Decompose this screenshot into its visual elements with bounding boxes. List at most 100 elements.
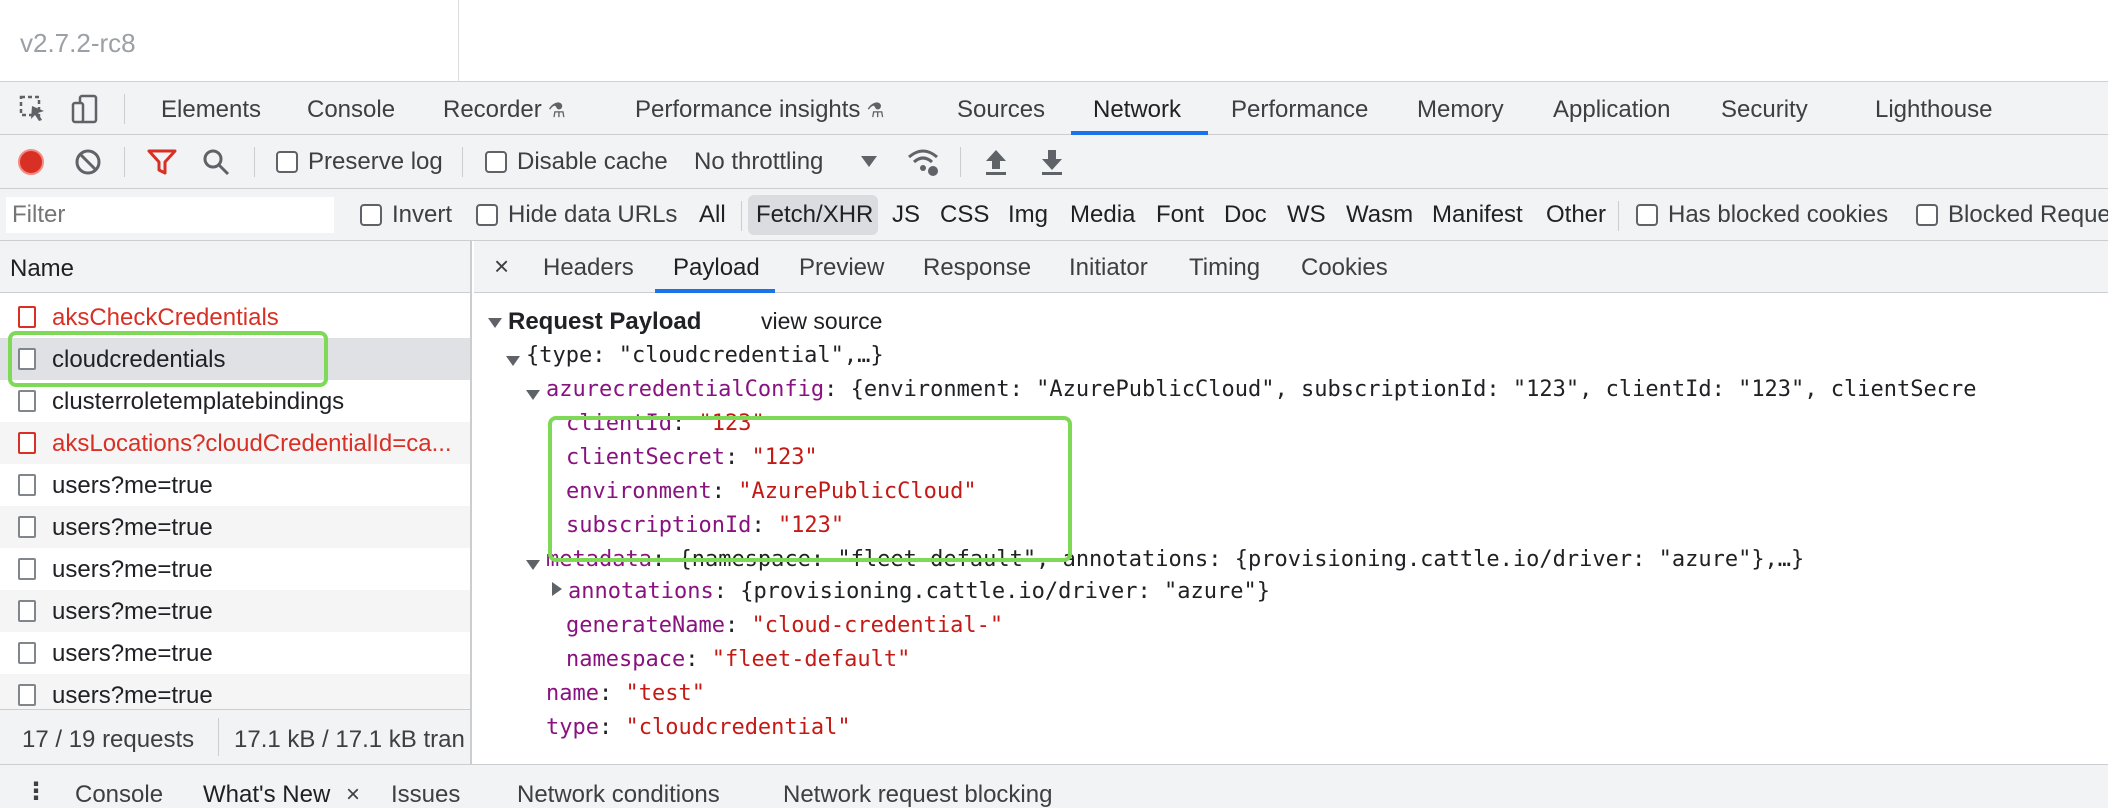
drawer-tab-network-conditions[interactable]: Network conditions [517,781,720,808]
filter-type-media[interactable]: Media [1070,201,1135,229]
transfer-size: 17.1 kB / 17.1 kB tran [234,726,465,753]
filter-type-img[interactable]: Img [1008,201,1048,229]
inspect-element-icon[interactable] [18,94,48,124]
tab-lighthouse[interactable]: Lighthouse [1875,96,1992,124]
tab-performance-insights[interactable]: Performance insights ⚗ [635,96,884,124]
request-row[interactable]: users?me=true [0,632,470,674]
invert-checkbox[interactable]: Invert [360,201,452,229]
bottom-drawer-tabbar: ⋮ Console What's New × Issues Network co… [0,764,2108,808]
json-key: namespace [566,647,686,672]
filter-type-ws[interactable]: WS [1287,201,1326,229]
request-name: aksCheckCredentials [52,304,279,331]
tab-security[interactable]: Security [1721,96,1808,124]
import-har-icon[interactable] [982,147,1010,177]
blocked-requests-label: Blocked Reque [1948,201,2108,228]
payload-section-title[interactable]: Request Payload [508,308,701,336]
json-key: type [546,715,599,740]
filter-type-all[interactable]: All [699,201,726,229]
tab-application[interactable]: Application [1553,96,1670,124]
filter-type-font[interactable]: Font [1156,201,1204,229]
filter-icon[interactable] [146,148,178,176]
highlight-box [8,331,328,387]
throttling-select[interactable]: No throttling [694,148,823,176]
request-row[interactable]: users?me=true [0,464,470,506]
request-type-icon [18,474,36,496]
drawer-tab-issues[interactable]: Issues [391,781,460,808]
export-har-icon[interactable] [1038,147,1066,177]
search-icon[interactable] [202,148,230,176]
device-toolbar-icon[interactable] [70,94,100,124]
network-status-bar: 17 / 19 requests 17.1 kB / 17.1 kB tran [0,709,470,764]
drawer-tab-console[interactable]: Console [75,781,163,808]
collapse-triangle-icon[interactable] [506,356,520,366]
checkbox[interactable] [360,204,382,226]
close-icon[interactable]: × [494,251,509,282]
request-list: Name aksCheckCredentials cloudcredential… [0,241,472,764]
clear-icon[interactable] [74,148,102,176]
json-key: annotations [568,579,714,604]
name-column-header[interactable]: Name [0,241,470,293]
tab-payload[interactable]: Payload [673,254,760,282]
request-row[interactable]: users?me=true [0,506,470,548]
preserve-log-label: Preserve log [308,148,443,175]
expand-triangle-icon[interactable] [552,582,562,596]
network-toolbar: Preserve log Disable cache No throttling [0,135,2108,189]
request-name: clusterroletemplatebindings [52,388,345,415]
request-type-icon [18,432,36,454]
filter-type-wasm[interactable]: Wasm [1346,201,1413,229]
invert-label: Invert [392,201,453,228]
name-column-label: Name [10,255,75,282]
request-type-icon [18,516,36,538]
collapse-triangle-icon[interactable] [526,390,540,400]
filter-type-manifest[interactable]: Manifest [1432,201,1523,229]
close-icon[interactable]: × [346,781,360,808]
tab-network[interactable]: Network [1093,96,1181,124]
filter-type-fetch-xhr[interactable]: Fetch/XHR [756,201,873,229]
record-icon[interactable] [16,147,46,177]
blocked-requests-checkbox[interactable]: Blocked Reque [1916,201,2108,229]
drawer-tab-whats-new[interactable]: What's New [203,781,330,808]
filter-type-js[interactable]: JS [892,201,920,229]
tab-response[interactable]: Response [923,254,1031,282]
checkbox[interactable] [276,151,298,173]
tab-performance[interactable]: Performance [1231,96,1368,124]
collapse-triangle-icon[interactable] [488,318,502,328]
tab-sources[interactable]: Sources [957,96,1045,124]
view-source-link[interactable]: view source [761,308,882,335]
checkbox[interactable] [1636,204,1658,226]
filter-type-other[interactable]: Other [1546,201,1606,229]
has-blocked-cookies-checkbox[interactable]: Has blocked cookies [1636,201,1888,229]
checkbox[interactable] [485,151,507,173]
json-property: generateName: "cloud-credential-" [566,613,1004,638]
azure-config-line: azurecredentialConfig: {environment: "Az… [546,377,1976,402]
divider [462,147,463,177]
tab-initiator[interactable]: Initiator [1069,254,1148,282]
request-row[interactable]: users?me=true [0,548,470,590]
checkbox[interactable] [1916,204,1938,226]
request-row[interactable]: users?me=true [0,590,470,632]
tab-timing[interactable]: Timing [1189,254,1260,282]
tab-headers[interactable]: Headers [543,254,634,282]
disable-cache-checkbox[interactable]: Disable cache [485,148,668,176]
filter-input[interactable] [6,197,334,233]
checkbox[interactable] [476,204,498,226]
filter-type-doc[interactable]: Doc [1224,201,1267,229]
tab-cookies[interactable]: Cookies [1301,254,1388,282]
tab-console[interactable]: Console [307,96,395,124]
preserve-log-checkbox[interactable]: Preserve log [276,148,443,176]
tab-memory[interactable]: Memory [1417,96,1504,124]
hide-data-urls-checkbox[interactable]: Hide data URLs [476,201,677,229]
tab-preview[interactable]: Preview [799,254,884,282]
tab-recorder[interactable]: Recorder ⚗ [443,96,566,124]
drawer-menu-icon[interactable]: ⋮ [24,777,48,806]
network-conditions-icon[interactable] [906,146,940,178]
collapse-triangle-icon[interactable] [526,560,540,570]
drawer-tab-network-request-blocking[interactable]: Network request blocking [783,781,1052,808]
request-name: users?me=true [52,514,213,541]
payload-root-summary: {type: "cloudcredential",…} [526,343,884,368]
filter-type-css[interactable]: CSS [940,201,989,229]
tab-elements[interactable]: Elements [161,96,261,124]
request-row[interactable]: aksLocations?cloudCredentialId=ca... [0,422,470,464]
json-property: name: "test" [546,681,705,706]
disable-cache-label: Disable cache [517,148,668,175]
